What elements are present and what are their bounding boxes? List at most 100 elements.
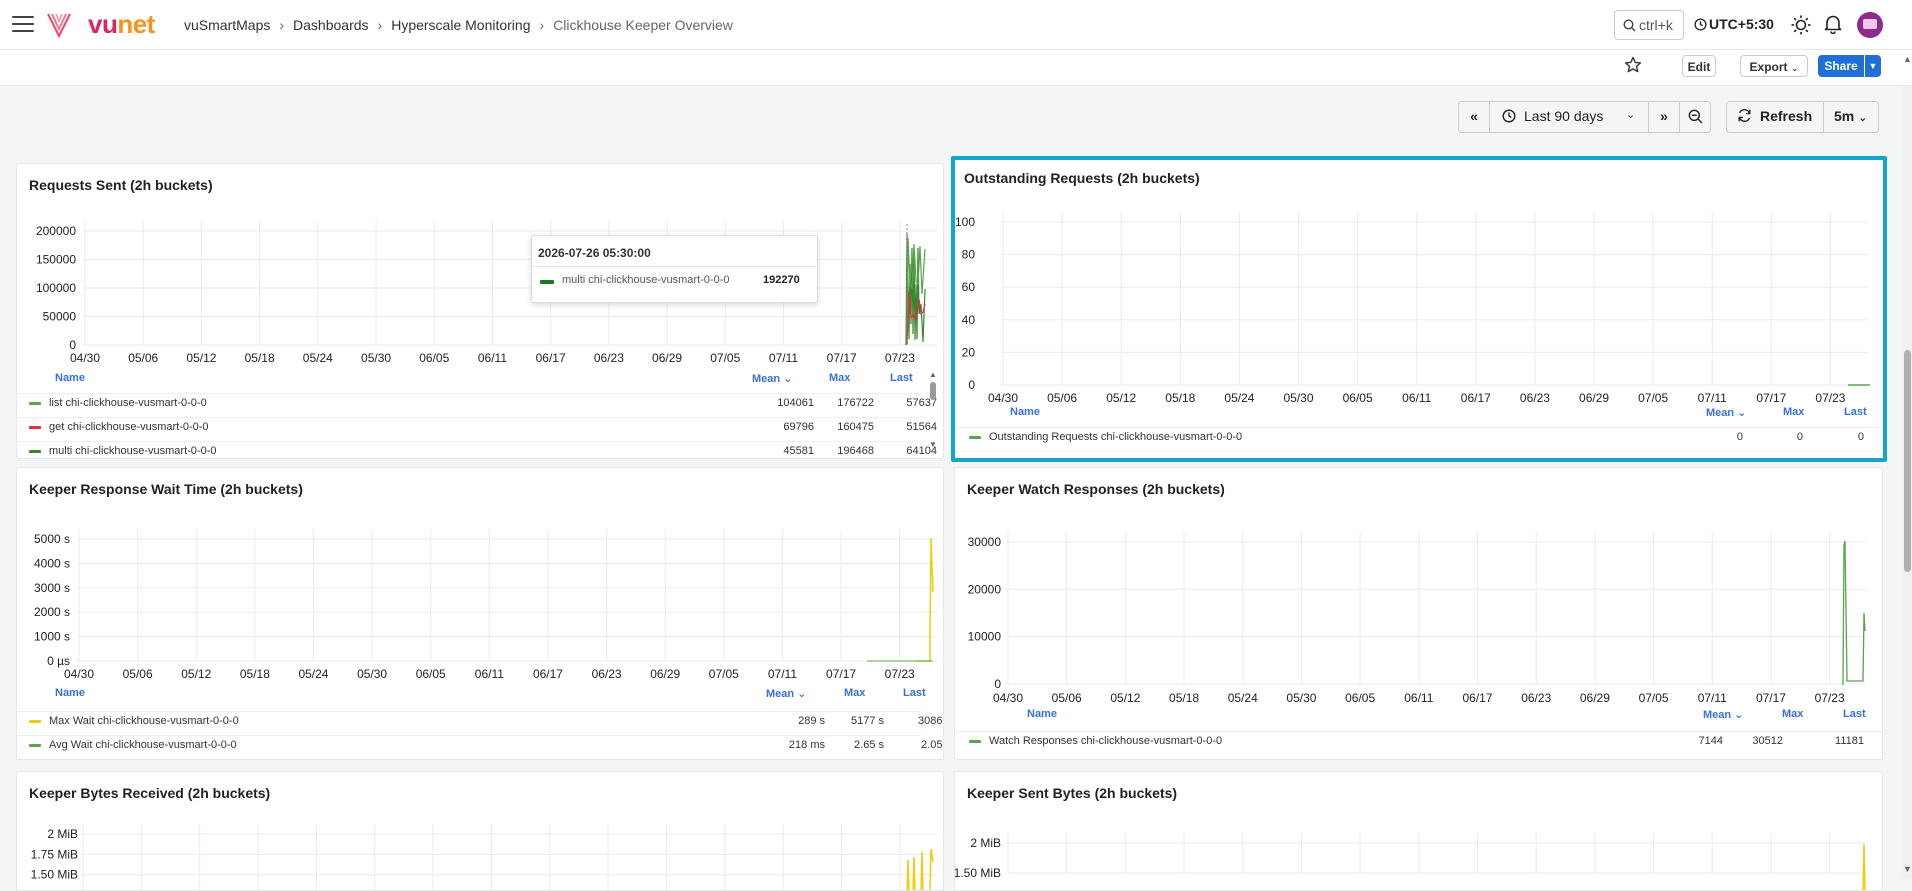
legend-header-max[interactable]: Max <box>844 687 865 699</box>
legend-header-last[interactable]: Last <box>1843 708 1866 720</box>
legend-max-value: 196468 <box>837 445 874 457</box>
page-scroll-thumb[interactable] <box>1904 350 1911 572</box>
export-button[interactable]: Export ⌄ <box>1740 55 1808 77</box>
y-tick-label: 1000 s <box>34 630 70 644</box>
time-shift-back-button[interactable]: « <box>1458 101 1490 133</box>
legend-series-name: get chi-clickhouse-vusmart-0-0-0 <box>49 421 209 433</box>
x-tick-label: 05/18 <box>240 667 270 681</box>
outstanding-requests-chart[interactable]: 100 80 60 40 20 0 04/30 05/06 05/12 05/18 05/24 05/… <box>955 160 1883 410</box>
theme-sun-icon[interactable] <box>1791 15 1811 35</box>
legend-row[interactable]: Outstanding Requests chi-clickhouse-vusm… <box>969 431 1242 443</box>
legend-header-name[interactable]: Name <box>1010 406 1040 418</box>
search-icon <box>1623 19 1636 32</box>
x-tick-label: 07/05 <box>709 667 739 681</box>
legend-header-name[interactable]: Name <box>1027 708 1057 720</box>
legend-series-name: list chi-clickhouse-vusmart-0-0-0 <box>49 397 207 409</box>
page-scroll-down-icon[interactable]: ▼ <box>1903 864 1912 874</box>
x-tick-label: 06/17 <box>536 351 566 364</box>
legend-header-max[interactable]: Max <box>1783 406 1804 418</box>
legend-mean-value: 104061 <box>777 397 814 409</box>
legend-series-name: Outstanding Requests chi-clickhouse-vusm… <box>989 431 1243 443</box>
legend-row[interactable]: list chi-clickhouse-vusmart-0-0-0 <box>29 397 207 409</box>
share-chevron-down-icon[interactable]: ▼ <box>1865 55 1881 77</box>
legend-header-mean[interactable]: Mean ⌄ <box>1706 406 1746 419</box>
page-scroll-up-icon[interactable]: ▲ <box>1903 54 1912 64</box>
x-tick-label: 06/11 <box>475 667 504 681</box>
breadcrumb-vusmartmaps[interactable]: vuSmartMaps <box>184 17 270 33</box>
y-tick-label: 2 MiB <box>47 827 78 841</box>
x-tick-label: 06/17 <box>1461 391 1491 405</box>
watch-responses-chart[interactable]: 30000 20000 10000 004/30 05/06 05/12 05/18 05/2… <box>955 468 1883 708</box>
legend-divider <box>17 735 921 736</box>
time-shift-forward-button[interactable]: » <box>1648 101 1680 133</box>
x-tick-label: 05/06 <box>1047 391 1077 405</box>
logo-text: vunet <box>88 9 155 39</box>
legend-scrollbar[interactable]: ▲ ▼ <box>927 370 939 458</box>
bytes-received-chart[interactable]: 2 MiB1.75 MiB1.50 MiB1.25 MiB <box>17 772 944 891</box>
y-tick-label: 2000 s <box>34 605 70 619</box>
legend-header-max[interactable]: Max <box>829 372 850 384</box>
legend-scroll-thumb[interactable] <box>930 382 936 400</box>
star-icon[interactable] <box>1624 56 1642 74</box>
legend-last-value: 0 <box>1857 431 1864 443</box>
legend-header-last[interactable]: Last <box>903 687 926 699</box>
scroll-up-icon[interactable]: ▲ <box>929 370 937 379</box>
x-tick-label: 06/29 <box>1580 691 1610 705</box>
legend-header-last[interactable]: Last <box>1844 406 1867 418</box>
y-tick-label: 50000 <box>43 310 77 324</box>
y-tick-label: 3000 s <box>34 581 70 595</box>
tooltip-value: 192270 <box>763 274 800 286</box>
legend-header-last[interactable]: Last <box>890 372 913 384</box>
bell-icon[interactable] <box>1824 14 1842 34</box>
legend-row[interactable]: get chi-clickhouse-vusmart-0-0-0 <box>29 421 209 433</box>
zoom-out-button[interactable] <box>1679 101 1711 133</box>
x-tick-label: 06/17 <box>533 667 563 681</box>
refresh-button[interactable]: Refresh <box>1726 101 1824 133</box>
menu-icon[interactable] <box>12 16 34 32</box>
edit-button[interactable]: Edit <box>1682 55 1716 77</box>
legend-row[interactable]: Avg Wait chi-clickhouse-vusmart-0-0-0 <box>29 739 237 751</box>
breadcrumb-hyperscale[interactable]: Hyperscale Monitoring <box>391 17 530 33</box>
legend-header-max[interactable]: Max <box>1782 708 1803 720</box>
x-tick-label: 07/17 <box>1756 391 1786 405</box>
user-avatar[interactable] <box>1857 12 1883 38</box>
y-tick-label: 0 <box>968 378 975 392</box>
time-range-picker[interactable]: Last 90 days ⌄ <box>1489 101 1649 133</box>
legend-header-mean-label: Mean <box>1703 709 1732 721</box>
legend-header-name[interactable]: Name <box>55 687 85 699</box>
scroll-down-icon[interactable]: ▼ <box>929 440 937 449</box>
timezone-display[interactable]: UTC+5:30 <box>1694 16 1774 32</box>
share-button[interactable]: Share <box>1818 55 1864 77</box>
x-tick-label: 04/30 <box>64 667 94 681</box>
legend-header-mean[interactable]: Mean ⌄ <box>766 687 806 700</box>
x-tick-label: 06/29 <box>652 351 682 364</box>
sent-bytes-chart[interactable]: 2 MiB 1.50 MiB <box>955 772 1883 891</box>
wait-time-chart[interactable]: 5000 s 4000 s 3000 s 2000 s 1000 s 0 µs04/30 0… <box>17 468 944 696</box>
legend-row[interactable]: multi chi-clickhouse-vusmart-0-0-0 <box>29 445 217 457</box>
breadcrumb-dashboards[interactable]: Dashboards <box>293 17 369 33</box>
legend-header-mean[interactable]: Mean ⌄ <box>1703 708 1743 721</box>
legend-series-name: Avg Wait chi-clickhouse-vusmart-0-0-0 <box>49 739 237 751</box>
refresh-interval-picker[interactable]: 5m ⌄ <box>1823 101 1879 133</box>
x-tick-label: 05/30 <box>1284 391 1314 405</box>
tooltip-time: 2026-07-26 05:30:00 <box>538 246 651 260</box>
x-tick-label: 05/24 <box>298 667 328 681</box>
legend-divider <box>955 427 1883 428</box>
x-tick-label: 06/05 <box>1345 691 1375 705</box>
search-button[interactable]: ctrl+k <box>1614 10 1684 40</box>
legend-header-mean[interactable]: Mean ⌄ <box>752 372 792 385</box>
x-tick-label: 07/05 <box>710 351 740 364</box>
legend-header-mean-label: Mean <box>1706 407 1735 419</box>
y-tick-label: 1.50 MiB <box>955 866 1001 880</box>
legend-header-name[interactable]: Name <box>55 372 85 384</box>
legend-divider <box>17 417 921 418</box>
panel-outstanding-requests: Outstanding Requests (2h buckets) 100 80 6… <box>951 156 1887 462</box>
legend-mean-value: 69796 <box>783 421 814 433</box>
clock-icon <box>1502 109 1516 123</box>
legend-row[interactable]: Watch Responses chi-clickhouse-vusmart-0… <box>969 735 1222 747</box>
x-tick-label: 05/18 <box>1165 391 1195 405</box>
x-tick-label: 07/23 <box>885 667 915 681</box>
breadcrumb-current: Clickhouse Keeper Overview <box>553 17 733 33</box>
legend-row[interactable]: Max Wait chi-clickhouse-vusmart-0-0-0 <box>29 715 239 727</box>
y-tick-label: 100000 <box>36 281 76 295</box>
